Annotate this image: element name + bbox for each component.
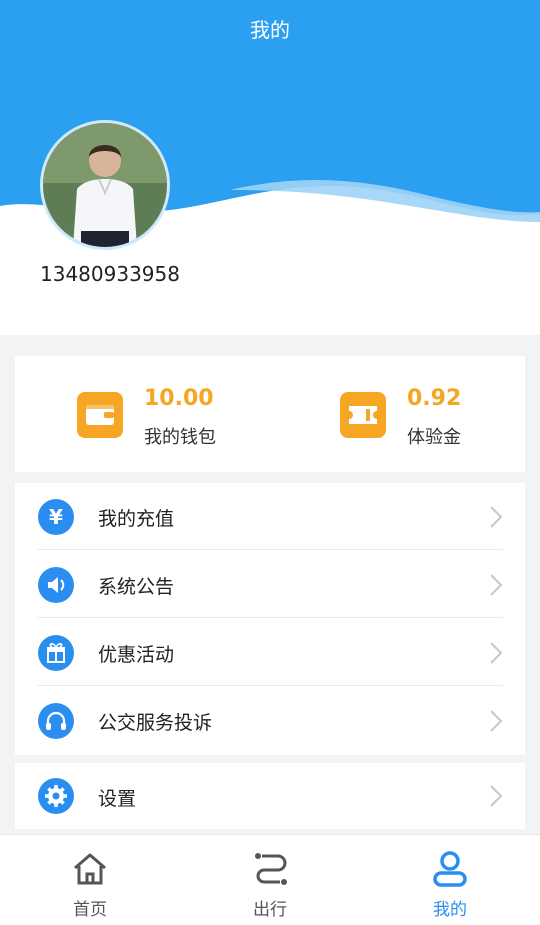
wallet-card: 10.00 我的钱包 0.92 体验金 — [15, 356, 525, 472]
tab-label: 首页 — [73, 900, 107, 920]
divider — [37, 617, 503, 618]
menu-item-label: 系统公告 — [98, 576, 175, 598]
menu-item-announcements[interactable]: 系统公告 — [15, 551, 525, 619]
tab-label: 出行 — [253, 900, 287, 920]
wallet-balance-label: 我的钱包 — [144, 427, 216, 448]
divider — [37, 549, 503, 550]
chevron-right-icon — [490, 710, 503, 732]
menu-item-settings[interactable]: 设置 — [15, 763, 525, 829]
person-icon — [433, 851, 467, 887]
ticket-icon — [340, 392, 386, 438]
wallet-balance-item[interactable]: 10.00 我的钱包 — [15, 356, 270, 472]
tab-home[interactable]: 首页 — [0, 835, 180, 925]
tab-travel[interactable]: 出行 — [180, 835, 360, 925]
page-title: 我的 — [250, 18, 290, 42]
menu-item-recharge[interactable]: ¥ 我的充值 — [15, 483, 525, 551]
headset-icon — [38, 703, 74, 739]
home-icon — [74, 853, 106, 885]
profile-header: 我的 13480933958 — [0, 0, 540, 335]
bottom-tab-bar: 首页 出行 我的 — [0, 834, 540, 925]
svg-text:¥: ¥ — [49, 505, 63, 529]
menu-item-promotions[interactable]: 优惠活动 — [15, 619, 525, 687]
yuan-icon: ¥ — [38, 499, 74, 535]
chevron-right-icon — [490, 574, 503, 596]
trial-fund-value: 0.92 — [407, 386, 462, 411]
gift-icon — [38, 635, 74, 671]
tab-mine[interactable]: 我的 — [360, 835, 540, 925]
trial-fund-item[interactable]: 0.92 体验金 — [270, 356, 525, 472]
settings-card: 设置 — [15, 763, 525, 829]
menu-item-label: 我的充值 — [98, 508, 175, 530]
wallet-balance-value: 10.00 — [144, 386, 214, 411]
avatar[interactable] — [40, 120, 170, 250]
phone-number: 13480933958 — [40, 262, 180, 286]
gear-icon — [38, 778, 74, 814]
menu-list: ¥ 我的充值 系统公告 优惠活动 公交服务投诉 — [15, 483, 525, 755]
menu-item-label: 设置 — [98, 788, 137, 810]
tab-label: 我的 — [433, 900, 467, 920]
user-avatar-icon — [43, 123, 167, 247]
chevron-right-icon — [490, 506, 503, 528]
menu-item-label: 优惠活动 — [98, 644, 175, 666]
menu-item-complaints[interactable]: 公交服务投诉 — [15, 687, 525, 755]
chevron-right-icon — [490, 785, 503, 807]
speaker-icon — [38, 567, 74, 603]
trial-fund-label: 体验金 — [407, 427, 461, 448]
wallet-icon — [77, 392, 123, 438]
divider — [37, 685, 503, 686]
menu-item-label: 公交服务投诉 — [98, 712, 213, 734]
route-icon — [255, 853, 287, 885]
chevron-right-icon — [490, 642, 503, 664]
